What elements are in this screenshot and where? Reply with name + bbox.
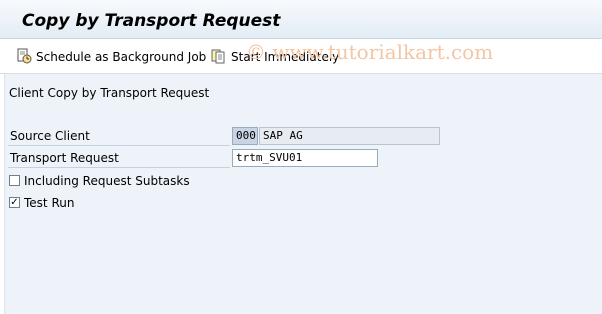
schedule-background-job-label: Schedule as Background Job bbox=[36, 50, 207, 64]
transport-request-field[interactable]: trtm_SVU01 bbox=[232, 149, 378, 167]
test-run-checkbox[interactable]: ✓ bbox=[9, 197, 20, 208]
section-title: Client Copy by Transport Request bbox=[9, 86, 210, 100]
source-client-label: Source Client bbox=[10, 129, 90, 143]
title-bar: Copy by Transport Request bbox=[0, 0, 602, 38]
checkmark-icon: ✓ bbox=[10, 197, 19, 208]
test-run-label: Test Run bbox=[24, 196, 75, 210]
execute-document-icon bbox=[211, 48, 227, 67]
including-subtasks-label: Including Request Subtasks bbox=[24, 174, 190, 188]
clock-document-icon bbox=[16, 48, 32, 67]
source-client-name-field: SAP AG bbox=[259, 127, 440, 145]
transport-request-label: Transport Request bbox=[10, 151, 119, 165]
watermark: © www.tutorialkart.com bbox=[246, 40, 494, 64]
schedule-background-job-button[interactable]: Schedule as Background Job bbox=[16, 48, 207, 67]
source-client-underline bbox=[8, 145, 230, 146]
including-subtasks-checkbox[interactable] bbox=[9, 175, 20, 186]
transport-request-underline bbox=[8, 167, 230, 168]
page-title: Copy by Transport Request bbox=[22, 11, 281, 31]
content-area bbox=[4, 74, 602, 314]
source-client-code-field[interactable]: 000 bbox=[232, 127, 258, 145]
